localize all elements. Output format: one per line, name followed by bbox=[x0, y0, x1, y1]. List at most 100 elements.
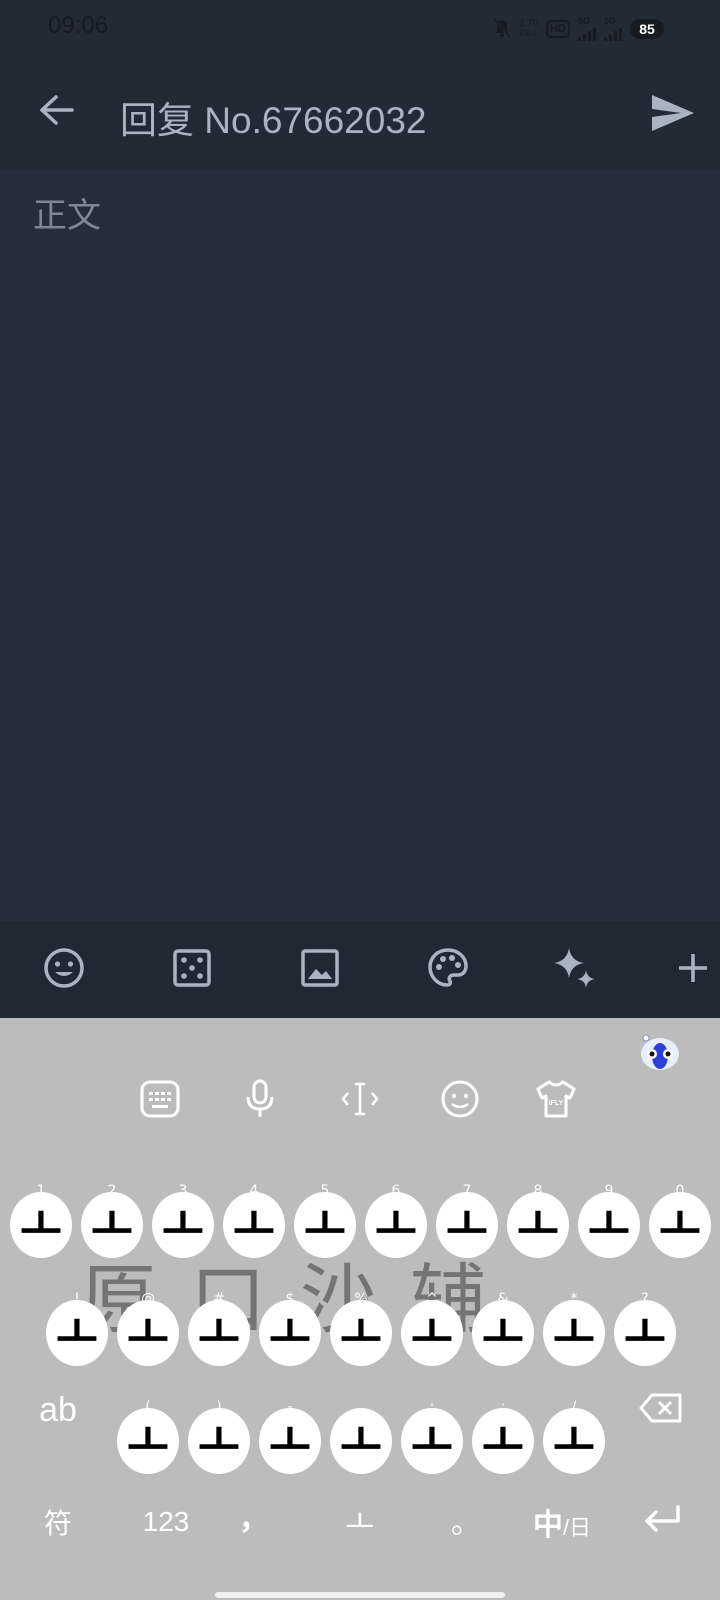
row1-key[interactable]: 2ㅗ bbox=[81, 1184, 143, 1258]
row2-key[interactable]: # ㅗ bbox=[188, 1292, 250, 1366]
ab-key[interactable]: ab bbox=[22, 1380, 94, 1440]
back-button[interactable] bbox=[30, 86, 82, 138]
format-toolbar bbox=[0, 922, 720, 1019]
svg-text:iFLY: iFLY bbox=[549, 1100, 564, 1107]
emoji-button[interactable] bbox=[39, 945, 89, 995]
row3-key[interactable]: / ㅗ bbox=[543, 1400, 605, 1474]
emoji-keyboard-button[interactable] bbox=[437, 1078, 483, 1124]
row2-key[interactable]: * ㅗ bbox=[543, 1292, 605, 1366]
key-char: ㅗ bbox=[481, 1414, 525, 1468]
row1-key[interactable]: 9ㅗ bbox=[578, 1184, 640, 1258]
row2-key[interactable]: ! ㅗ bbox=[46, 1292, 108, 1366]
key-char: ㅗ bbox=[197, 1306, 241, 1360]
bell-mute-icon bbox=[492, 17, 511, 41]
row3-key[interactable]: _ ㅗ bbox=[330, 1400, 392, 1474]
keyboard-switch-button[interactable] bbox=[137, 1078, 183, 1124]
row3-key[interactable]: ; ㅗ bbox=[472, 1400, 534, 1474]
status-bar: 09:06 2.70 KB/s HD 5G 5G 85 bbox=[0, 0, 720, 58]
ifly-mascot-icon[interactable] bbox=[638, 1032, 682, 1072]
hd-badge: HD bbox=[546, 20, 570, 38]
dice-icon bbox=[173, 949, 211, 991]
key-char: ㅗ bbox=[339, 1414, 383, 1468]
key-char: ㅗ bbox=[268, 1306, 312, 1360]
more-button[interactable] bbox=[678, 945, 720, 995]
sparkle-button[interactable] bbox=[550, 945, 600, 995]
key-hint: $ bbox=[285, 1291, 295, 1307]
row2-key[interactable]: % ㅗ bbox=[330, 1292, 392, 1366]
key-hint: * bbox=[570, 1291, 578, 1307]
key-char: ㅗ bbox=[126, 1414, 170, 1468]
row3-key[interactable]: (ㅗ bbox=[117, 1400, 179, 1474]
key-hint: 1 bbox=[36, 1183, 46, 1199]
emoji-icon bbox=[440, 1079, 480, 1123]
key-hint: ( bbox=[145, 1399, 151, 1415]
key-char: ㅗ bbox=[374, 1198, 418, 1252]
image-button[interactable] bbox=[295, 945, 345, 995]
key-char: ㅗ bbox=[587, 1198, 631, 1252]
cursor-button[interactable] bbox=[337, 1078, 383, 1124]
space-key[interactable]: ㅗ bbox=[310, 1492, 410, 1548]
key-char: ㅗ bbox=[481, 1306, 525, 1360]
key-char: ㅗ bbox=[19, 1198, 63, 1252]
palette-icon bbox=[427, 947, 469, 993]
row1-key[interactable]: 6ㅗ bbox=[365, 1184, 427, 1258]
smiley-icon bbox=[43, 947, 85, 993]
row1-key[interactable]: 3ㅗ bbox=[152, 1184, 214, 1258]
key-char: ㅗ bbox=[55, 1306, 99, 1360]
status-icons: 2.70 KB/s HD 5G 5G 85 bbox=[492, 16, 664, 42]
period-key[interactable]: 。 bbox=[436, 1492, 496, 1548]
row3-key[interactable]: ) ㅗ bbox=[188, 1400, 250, 1474]
key-char: ㅗ bbox=[658, 1198, 702, 1252]
voice-input-button[interactable] bbox=[237, 1078, 283, 1124]
key-char: ㅗ bbox=[303, 1198, 347, 1252]
key-char: ㅗ bbox=[410, 1414, 454, 1468]
compose-body[interactable]: 正文 bbox=[0, 170, 720, 922]
row1-key[interactable]: 0ㅗ bbox=[649, 1184, 711, 1258]
cursor-icon bbox=[340, 1081, 380, 1121]
key-hint: ; bbox=[500, 1399, 506, 1415]
row3-key[interactable]: :ㅗ bbox=[401, 1400, 463, 1474]
skin-button[interactable]: iFLY bbox=[533, 1078, 579, 1124]
key-char: ㅗ bbox=[268, 1414, 312, 1468]
symbols-key[interactable]: 符 bbox=[26, 1494, 90, 1550]
enter-key[interactable] bbox=[636, 1494, 688, 1550]
row1-key[interactable]: 8ㅗ bbox=[507, 1184, 569, 1258]
language-key[interactable]: 中 /日 bbox=[522, 1494, 602, 1550]
key-char: ㅗ bbox=[552, 1414, 596, 1468]
key-hint: 7 bbox=[462, 1183, 472, 1199]
key-char: ㅗ bbox=[197, 1414, 241, 1468]
body-placeholder: 正文 bbox=[33, 196, 101, 236]
numbers-key[interactable]: 123 bbox=[128, 1494, 204, 1550]
dice-button[interactable] bbox=[167, 945, 217, 995]
row2-key[interactable]: $ ㅗ bbox=[259, 1292, 321, 1366]
backspace-key[interactable] bbox=[630, 1380, 692, 1440]
row1-key[interactable]: 4ㅗ bbox=[223, 1184, 285, 1258]
back-arrow-icon bbox=[38, 94, 74, 130]
row2-key[interactable]: ? ㅗ bbox=[614, 1292, 676, 1366]
backspace-icon bbox=[639, 1393, 683, 1428]
signal-2-icon: 5G bbox=[604, 16, 622, 41]
signal-1-icon: 5G bbox=[578, 16, 596, 41]
home-indicator[interactable] bbox=[215, 1592, 505, 1598]
key-hint: & bbox=[497, 1291, 509, 1307]
microphone-icon bbox=[244, 1079, 276, 1123]
status-time: 09:06 bbox=[48, 12, 109, 39]
key-hint: - bbox=[287, 1399, 293, 1415]
key-hint: ! bbox=[74, 1291, 80, 1307]
row3-key[interactable]: -ㅗ bbox=[259, 1400, 321, 1474]
key-hint: # bbox=[213, 1291, 225, 1307]
row2-key[interactable]: ^ ㅗ bbox=[401, 1292, 463, 1366]
row1-key[interactable]: 1ㅗ bbox=[10, 1184, 72, 1258]
key-hint: 0 bbox=[675, 1183, 685, 1199]
language-primary: 中 bbox=[532, 1509, 563, 1542]
row2-key[interactable]: @ ㅗ bbox=[117, 1292, 179, 1366]
row2-key[interactable]: & ㅗ bbox=[472, 1292, 534, 1366]
row1-key[interactable]: 5ㅗ bbox=[294, 1184, 356, 1258]
key-hint: @ bbox=[141, 1291, 155, 1307]
comma-key[interactable]: ， bbox=[224, 1488, 284, 1544]
row1-key[interactable]: 7ㅗ bbox=[436, 1184, 498, 1258]
net-speed-value: 2.70 bbox=[518, 18, 539, 29]
send-button[interactable] bbox=[646, 88, 700, 142]
palette-button[interactable] bbox=[423, 945, 473, 995]
key-char: ㅗ bbox=[410, 1306, 454, 1360]
